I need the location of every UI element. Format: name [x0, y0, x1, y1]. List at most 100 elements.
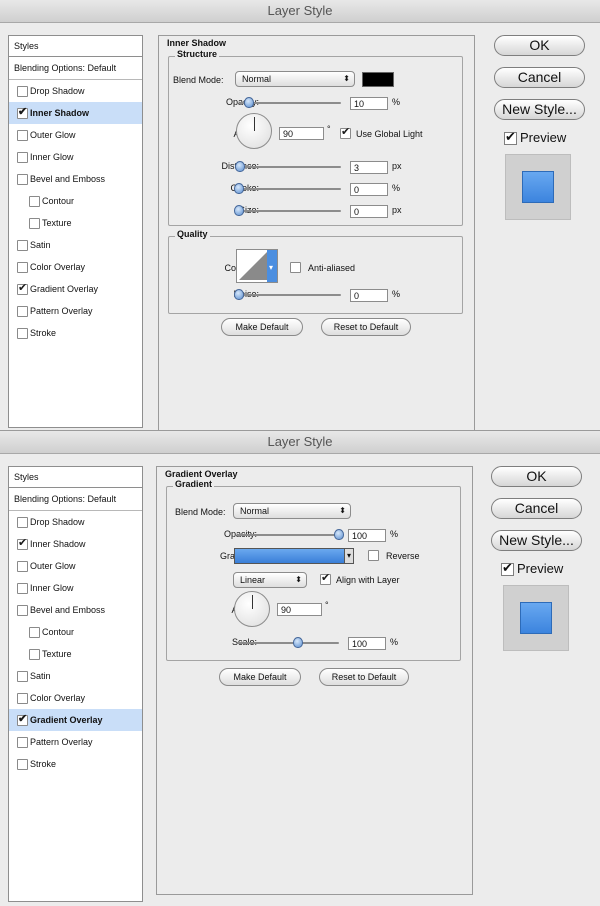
checkbox[interactable] — [29, 627, 40, 638]
style-item-stroke[interactable]: Stroke — [9, 753, 142, 775]
shadow-color-swatch[interactable] — [362, 72, 394, 87]
style-item-contour[interactable]: Contour — [9, 621, 142, 643]
checkbox[interactable] — [17, 306, 28, 317]
slider-thumb[interactable] — [235, 161, 246, 172]
anti-aliased-checkbox[interactable] — [290, 262, 301, 273]
scale-input[interactable]: 100 — [348, 637, 386, 650]
gradient-picker[interactable]: ▾ — [234, 548, 354, 564]
make-default-button[interactable]: Make Default — [221, 318, 303, 336]
slider-thumb[interactable] — [234, 183, 244, 194]
style-item-bevel-emboss[interactable]: Bevel and Emboss — [9, 168, 142, 190]
styles-header[interactable]: Styles — [9, 467, 142, 488]
cancel-button[interactable]: Cancel — [494, 67, 585, 88]
checkbox[interactable] — [29, 649, 40, 660]
style-item-satin[interactable]: Satin — [9, 665, 142, 687]
style-item-stroke[interactable]: Stroke — [9, 322, 142, 344]
checkbox[interactable] — [17, 712, 28, 726]
checkbox[interactable] — [17, 281, 28, 295]
checkbox[interactable] — [17, 759, 28, 770]
ok-button[interactable]: OK — [494, 35, 585, 56]
checkbox[interactable] — [17, 240, 28, 251]
style-item-bevel-emboss[interactable]: Bevel and Emboss — [9, 599, 142, 621]
style-item-gradient-overlay[interactable]: Gradient Overlay — [9, 278, 142, 300]
style-item-inner-shadow[interactable]: Inner Shadow — [9, 102, 142, 124]
checkbox[interactable] — [17, 583, 28, 594]
choke-slider[interactable] — [234, 183, 341, 195]
noise-slider[interactable] — [234, 289, 341, 301]
slider-thumb[interactable] — [244, 97, 255, 108]
angle-dial[interactable] — [236, 113, 272, 149]
style-item-inner-shadow[interactable]: Inner Shadow — [9, 533, 142, 555]
checkbox[interactable] — [17, 105, 28, 119]
style-item-drop-shadow[interactable]: Drop Shadow — [9, 511, 142, 533]
checkbox[interactable] — [17, 262, 28, 273]
blend-mode-select[interactable]: Normal ⬍ — [233, 503, 351, 519]
angle-dial[interactable] — [234, 591, 270, 627]
distance-slider[interactable] — [235, 161, 341, 173]
style-item-outer-glow[interactable]: Outer Glow — [9, 555, 142, 577]
style-item-inner-glow[interactable]: Inner Glow — [9, 146, 142, 168]
checkbox[interactable] — [17, 561, 28, 572]
style-item-pattern-overlay[interactable]: Pattern Overlay — [9, 300, 142, 322]
style-item-inner-glow[interactable]: Inner Glow — [9, 577, 142, 599]
style-item-gradient-overlay[interactable]: Gradient Overlay — [9, 709, 142, 731]
preview-checkbox[interactable] — [504, 129, 517, 145]
distance-input[interactable]: 3 — [350, 161, 388, 174]
choke-input[interactable]: 0 — [350, 183, 388, 196]
style-item-texture[interactable]: Texture — [9, 643, 142, 665]
style-select[interactable]: Linear ⬍ — [233, 572, 307, 588]
checkbox[interactable] — [17, 693, 28, 704]
checkbox[interactable] — [17, 536, 28, 550]
styles-header[interactable]: Styles — [9, 36, 142, 57]
opacity-input[interactable]: 100 — [348, 529, 386, 542]
chevron-down-icon[interactable]: ▾ — [344, 549, 353, 563]
style-item-color-overlay[interactable]: Color Overlay — [9, 687, 142, 709]
style-item-drop-shadow[interactable]: Drop Shadow — [9, 80, 142, 102]
checkbox[interactable] — [17, 174, 28, 185]
checkbox[interactable] — [17, 671, 28, 682]
checkbox[interactable] — [17, 517, 28, 528]
slider-thumb[interactable] — [234, 205, 244, 216]
use-global-light-checkbox[interactable] — [340, 125, 351, 139]
cancel-button[interactable]: Cancel — [491, 498, 582, 519]
size-slider[interactable] — [234, 205, 341, 217]
checkbox[interactable] — [17, 737, 28, 748]
reset-to-default-button[interactable]: Reset to Default — [321, 318, 411, 336]
new-style-button[interactable]: New Style... — [491, 530, 582, 551]
make-default-button[interactable]: Make Default — [219, 668, 301, 686]
style-item-pattern-overlay[interactable]: Pattern Overlay — [9, 731, 142, 753]
blend-mode-select[interactable]: Normal ⬍ — [235, 71, 355, 87]
checkbox[interactable] — [17, 152, 28, 163]
blending-options-item[interactable]: Blending Options: Default — [9, 488, 142, 511]
noise-input[interactable]: 0 — [350, 289, 388, 302]
style-item-color-overlay[interactable]: Color Overlay — [9, 256, 142, 278]
reverse-checkbox[interactable] — [368, 550, 379, 561]
opacity-slider[interactable] — [239, 97, 341, 109]
checkbox[interactable] — [17, 605, 28, 616]
checkbox[interactable] — [29, 218, 40, 229]
angle-input[interactable]: 90 — [277, 603, 322, 616]
checkbox[interactable] — [17, 86, 28, 97]
ok-button[interactable]: OK — [491, 466, 582, 487]
style-item-outer-glow[interactable]: Outer Glow — [9, 124, 142, 146]
slider-thumb[interactable] — [334, 529, 344, 540]
checkbox[interactable] — [17, 328, 28, 339]
preview-checkbox[interactable] — [501, 560, 514, 576]
new-style-button[interactable]: New Style... — [494, 99, 585, 120]
slider-thumb[interactable] — [293, 637, 304, 648]
checkbox[interactable] — [29, 196, 40, 207]
style-item-contour[interactable]: Contour — [9, 190, 142, 212]
style-item-texture[interactable]: Texture — [9, 212, 142, 234]
size-input[interactable]: 0 — [350, 205, 388, 218]
opacity-input[interactable]: 10 — [350, 97, 388, 110]
angle-input[interactable]: 90 — [279, 127, 324, 140]
slider-thumb[interactable] — [234, 289, 244, 300]
style-item-satin[interactable]: Satin — [9, 234, 142, 256]
opacity-slider[interactable] — [237, 529, 344, 541]
checkbox[interactable] — [17, 130, 28, 141]
align-with-layer-checkbox[interactable] — [320, 571, 331, 585]
blending-options-item[interactable]: Blending Options: Default — [9, 57, 142, 80]
contour-picker[interactable]: ▾ — [236, 249, 278, 283]
reset-to-default-button[interactable]: Reset to Default — [319, 668, 409, 686]
scale-slider[interactable] — [237, 637, 339, 649]
